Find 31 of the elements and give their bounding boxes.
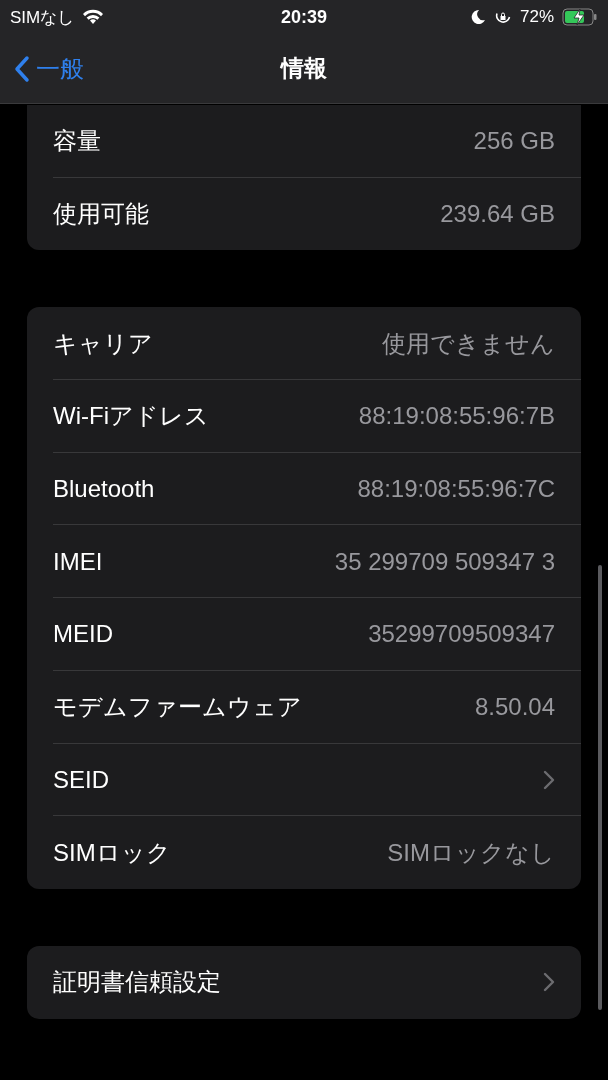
row-value: 使用できません [382,328,555,359]
back-chevron-icon [14,54,30,83]
row-value: SIMロックなし [387,837,555,868]
row-label: 使用可能 [53,199,149,230]
back-button[interactable]: 一般 [0,52,84,85]
battery-percent: 72% [520,7,554,27]
battery-charging-icon [562,8,598,26]
row-value: 88:19:08:55:96:7C [357,475,555,504]
row-label: 容量 [53,126,101,157]
moon-icon [470,9,486,25]
row-label: MEID [53,620,113,649]
page-title: 情報 [281,54,327,83]
chevron-icon [543,972,555,993]
settings-row[interactable]: 証明書信頼設定 [27,945,581,1019]
row-label: Bluetooth [53,475,155,504]
settings-row[interactable]: SEID [27,743,581,817]
row-value: 8.50.04 [474,693,555,722]
row-label: SIMロック [53,837,171,868]
row-value: 35299709509347 [368,620,555,649]
wifi-icon [82,9,105,25]
chevron-icon [543,769,555,790]
row-value: 35 299709 509347 3 [334,547,555,576]
row-label: キャリア [53,328,153,359]
clock-time: 20:39 [281,6,328,28]
carrier-label: SIMなし [10,6,75,29]
row-label: IMEI [53,547,103,576]
row-label: Wi-Fiアドレス [53,401,209,432]
row-value: 239.64 GB [440,200,555,229]
row-value: 88:19:08:55:96:7B [358,402,555,431]
row-label: モデムファームウェア [53,692,302,723]
row-value: 256 GB [473,127,555,156]
